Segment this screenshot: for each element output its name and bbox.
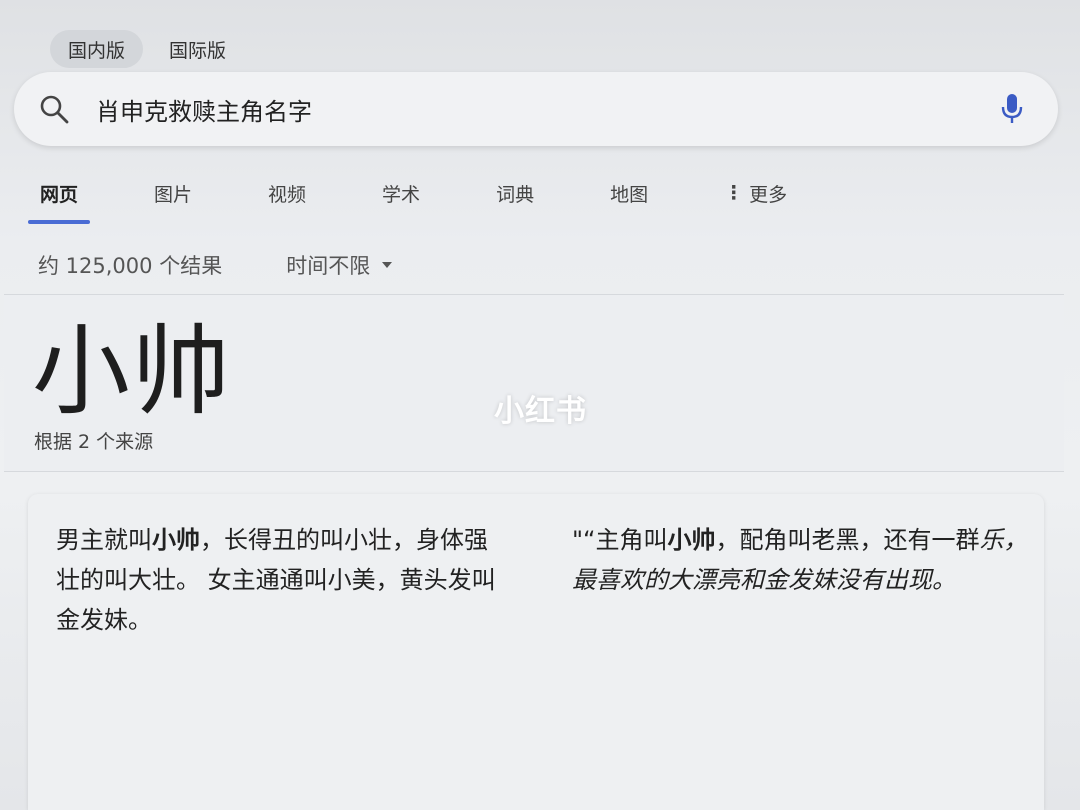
answer-card: 小帅 根据 2 个来源 — [4, 294, 1064, 472]
region-toggle: 国内版 国际版 — [50, 30, 244, 68]
tab-academic[interactable]: 学术 — [370, 168, 432, 218]
results-stats: 约 125,000 个结果 时间不限 — [38, 250, 393, 280]
time-filter-label: 时间不限 — [286, 254, 371, 278]
time-filter-dropdown[interactable]: 时间不限 — [286, 250, 393, 280]
caret-down-icon — [382, 262, 393, 268]
microphone-icon[interactable] — [992, 89, 1032, 129]
tab-more-label: 更多 — [749, 183, 788, 206]
tab-more[interactable]: ⋮ 更多 — [712, 168, 799, 218]
snippet-right[interactable]: "“主角叫小帅，配角叫老黑，还有一群乐，最喜欢的大漂亮和金发妹没有出现。 — [572, 520, 1032, 600]
snippet-card: 男主就叫小帅，长得丑的叫小壮，身体强壮的叫大壮。 女主通通叫小美，黄头发叫金发妹… — [28, 494, 1044, 810]
result-count: 约 125,000 个结果 — [38, 254, 223, 278]
snippet-right-highlight: 小帅 — [667, 526, 716, 554]
tab-images[interactable]: 图片 — [142, 168, 204, 218]
region-domestic-button[interactable]: 国内版 — [50, 30, 144, 68]
watermark-logo: 小红书 — [494, 394, 587, 429]
search-results-page: 国内版 国际版 网页 图片 视频 学术 词典 地图 ⋮ 更多 — [0, 0, 1080, 810]
snippet-left-highlight: 小帅 — [152, 526, 200, 554]
region-international-button[interactable]: 国际版 — [151, 30, 244, 68]
snippet-left-text-1: 男主就叫 — [56, 526, 152, 554]
answer-sources[interactable]: 根据 2 个来源 — [34, 427, 153, 454]
snippet-right-text-1: "“主角叫 — [572, 526, 668, 554]
tab-web[interactable]: 网页 — [28, 168, 91, 224]
snippet-left[interactable]: 男主就叫小帅，长得丑的叫小壮，身体强壮的叫大壮。 女主通通叫小美，黄头发叫金发妹… — [56, 520, 506, 640]
tab-maps[interactable]: 地图 — [598, 168, 660, 218]
more-dots-icon: ⋮ — [724, 182, 744, 204]
tab-videos[interactable]: 视频 — [256, 168, 318, 218]
answer-title: 小帅 — [32, 315, 233, 429]
tab-dictionary[interactable]: 词典 — [484, 168, 546, 218]
search-input[interactable] — [96, 95, 992, 123]
search-icon[interactable] — [34, 89, 74, 129]
search-bar — [14, 72, 1058, 146]
snippet-right-text-2: ，配角叫老黑，还有一群 — [715, 526, 980, 554]
search-tabs: 网页 图片 视频 学术 词典 地图 ⋮ 更多 — [28, 168, 851, 224]
